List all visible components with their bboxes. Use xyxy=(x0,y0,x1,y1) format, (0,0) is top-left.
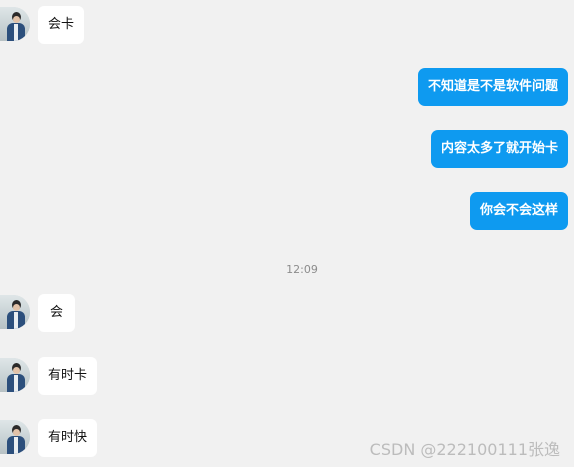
message-timestamp: 12:09 xyxy=(286,263,318,276)
outgoing-message-bubble[interactable]: 内容太多了就开始卡 xyxy=(430,130,568,168)
incoming-message-bubble[interactable]: 有时快 xyxy=(38,419,98,457)
outgoing-message-bubble[interactable]: 你会不会这样 xyxy=(469,192,568,230)
contact-avatar[interactable] xyxy=(0,420,30,454)
incoming-message-bubble[interactable]: 会卡 xyxy=(38,6,85,44)
message-row: 会卡 xyxy=(0,5,574,45)
message-row: 有时卡 xyxy=(0,356,574,396)
outgoing-message-bubble[interactable]: 不知道是不是软件问题 xyxy=(417,68,568,106)
incoming-message-bubble[interactable]: 有时卡 xyxy=(38,357,98,395)
message-row: 内容太多了就开始卡 xyxy=(0,130,574,170)
incoming-message-bubble[interactable]: 会 xyxy=(38,294,76,332)
message-row: 不知道是不是软件问题 xyxy=(0,68,574,108)
message-row: 会 xyxy=(0,293,574,333)
contact-avatar[interactable] xyxy=(0,295,30,329)
watermark-text: CSDN @222100111张逸 xyxy=(369,440,560,459)
contact-avatar[interactable] xyxy=(0,7,30,41)
contact-avatar[interactable] xyxy=(0,358,30,392)
message-row: 你会不会这样 xyxy=(0,192,574,232)
